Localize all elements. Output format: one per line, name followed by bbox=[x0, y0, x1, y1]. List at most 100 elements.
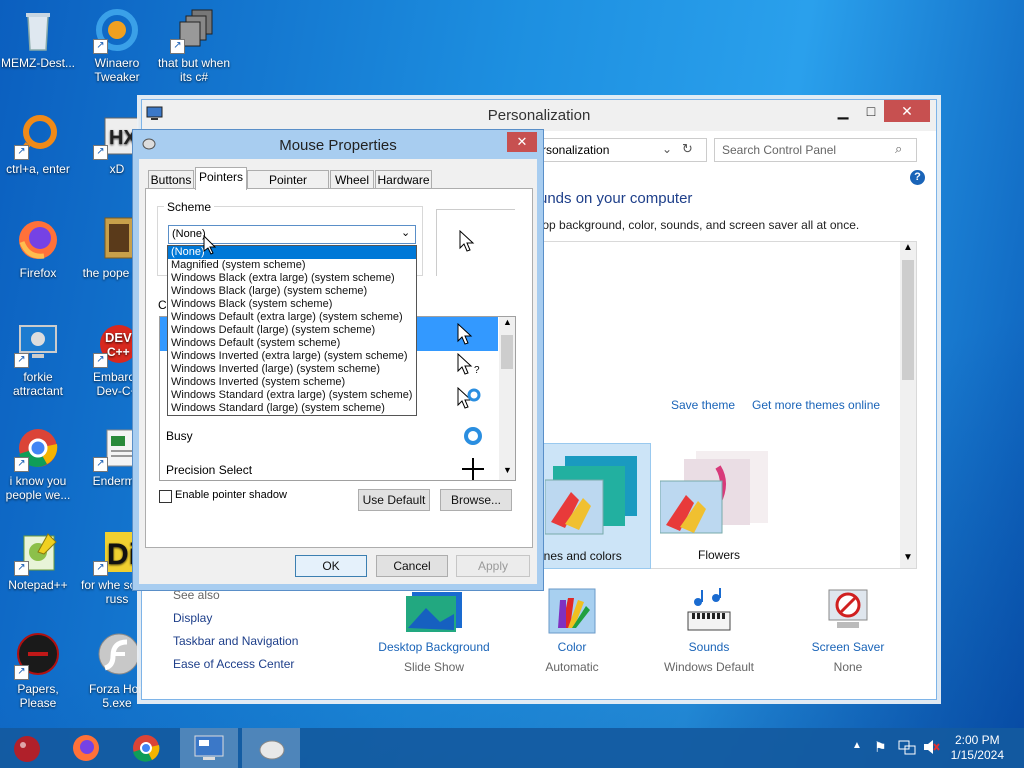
busy-icon bbox=[463, 426, 483, 449]
ok-button[interactable]: OK bbox=[295, 555, 367, 577]
flash-icon bbox=[93, 632, 141, 680]
tab-wheel[interactable]: Wheel bbox=[330, 170, 374, 189]
scheme-option[interactable]: Windows Inverted (system scheme) bbox=[168, 376, 416, 389]
search-input[interactable]: Search Control Panel ⌕ bbox=[714, 138, 917, 162]
desktop-icon-forkie[interactable]: ↗ forkie attractant bbox=[0, 320, 76, 398]
dialog-close-button[interactable]: ✕ bbox=[507, 132, 537, 152]
start-button[interactable] bbox=[0, 728, 58, 768]
close-button[interactable]: ✕ bbox=[884, 100, 930, 122]
chevron-down-icon[interactable]: ⌄ bbox=[662, 142, 672, 156]
cancel-button[interactable]: Cancel bbox=[376, 555, 448, 577]
desktop-icon-ctrl-a[interactable]: ↗ ctrl+a, enter bbox=[0, 112, 76, 176]
scheme-option[interactable]: Windows Black (system scheme) bbox=[168, 298, 416, 311]
themes-list[interactable]: ▲ ▼ Save theme Get more themes online in… bbox=[537, 241, 917, 569]
recycle-bin-icon bbox=[14, 6, 62, 54]
show-hidden-icons-icon[interactable]: ▲ bbox=[852, 740, 862, 751]
help-icon[interactable]: ? bbox=[910, 170, 925, 185]
network-icon[interactable] bbox=[898, 738, 916, 759]
help-select-arrow-icon: ? bbox=[457, 352, 483, 378]
enable-shadow-checkbox[interactable] bbox=[159, 490, 172, 503]
scroll-thumb[interactable] bbox=[902, 260, 914, 380]
sounds-icon bbox=[684, 588, 734, 634]
desktop-icon-label: ctrl+a, enter bbox=[6, 162, 70, 176]
taskbar-chrome[interactable] bbox=[118, 728, 176, 768]
window-title: Personalization bbox=[487, 107, 591, 124]
sounds-label[interactable]: Sounds bbox=[649, 640, 769, 654]
sounds-item[interactable]: Sounds Windows Default bbox=[649, 588, 769, 678]
address-bar[interactable]: rsonalization ⌄ ↻ bbox=[537, 138, 707, 162]
mouse-cursor-icon bbox=[203, 234, 217, 258]
color-item[interactable]: Color Automatic bbox=[512, 588, 632, 678]
theme-label: Flowers bbox=[698, 548, 741, 562]
get-more-themes-link[interactable]: Get more themes online bbox=[752, 398, 880, 412]
refresh-icon[interactable]: ↻ bbox=[682, 141, 693, 157]
enable-shadow-label[interactable]: Enable pointer shadow bbox=[175, 489, 287, 501]
shortcut-arrow-icon: ↗ bbox=[93, 353, 108, 368]
desktop-background-label[interactable]: Desktop Background bbox=[372, 640, 496, 654]
scheme-option[interactable]: Windows Inverted (large) (system scheme) bbox=[168, 363, 416, 376]
mouse-icon bbox=[256, 734, 288, 765]
scroll-up-icon[interactable]: ▲ bbox=[503, 317, 512, 327]
use-default-button[interactable]: Use Default bbox=[358, 489, 430, 511]
scheme-option[interactable]: Windows Black (extra large) (system sche… bbox=[168, 272, 416, 285]
scheme-option[interactable]: Windows Standard (large) (system scheme) bbox=[168, 402, 416, 415]
scheme-option[interactable]: Windows Standard (extra large) (system s… bbox=[168, 389, 416, 402]
theme-lines-and-colors[interactable]: ines and colors bbox=[538, 443, 651, 569]
chrome-icon bbox=[131, 733, 161, 766]
screen-saver-item[interactable]: Screen Saver None bbox=[788, 588, 908, 678]
scroll-down-icon[interactable]: ▼ bbox=[503, 465, 512, 475]
theme-flowers[interactable]: Flowers bbox=[654, 443, 768, 567]
desktop-icon-papers-please[interactable]: ↗ Papers, Please bbox=[0, 632, 76, 710]
taskbar-firefox[interactable] bbox=[58, 728, 116, 768]
scheme-dropdown-list[interactable]: (None) Magnified (system scheme) Windows… bbox=[167, 245, 417, 416]
desktop-icon-i-know[interactable]: ↗ i know you people we... bbox=[0, 424, 76, 502]
tab-pointers[interactable]: Pointers bbox=[195, 167, 247, 190]
maximize-button[interactable]: □ bbox=[856, 100, 886, 122]
themes-scrollbar[interactable]: ▲ ▼ bbox=[900, 242, 916, 568]
chevron-down-icon: ⌄ bbox=[401, 227, 411, 239]
save-theme-link[interactable]: Save theme bbox=[671, 398, 735, 412]
desktop-icon-label: forkie attractant bbox=[12, 370, 64, 398]
tab-hardware[interactable]: Hardware bbox=[375, 170, 432, 189]
volume-muted-icon[interactable] bbox=[922, 738, 940, 759]
taskbar-control-panel[interactable] bbox=[180, 728, 238, 768]
side-link-taskbar[interactable]: Taskbar and Navigation bbox=[173, 634, 298, 648]
close-icon: ✕ bbox=[901, 103, 913, 119]
desktop-icon-that-but[interactable]: ↗ that but when its c# bbox=[156, 6, 232, 84]
tab-buttons[interactable]: Buttons bbox=[148, 170, 194, 189]
cursor-list-scrollbar[interactable]: ▲ ▼ bbox=[499, 317, 515, 480]
apply-button[interactable]: Apply bbox=[456, 555, 530, 577]
search-placeholder: Search Control Panel bbox=[722, 143, 837, 157]
scheme-option[interactable]: Windows Default (extra large) (system sc… bbox=[168, 311, 416, 324]
desktop-background-item[interactable]: Desktop Background Slide Show bbox=[372, 588, 496, 678]
desktop-icon-memz[interactable]: MEMZ-Dest... bbox=[0, 6, 76, 70]
desktop-icon-firefox[interactable]: Firefox bbox=[0, 216, 76, 280]
action-center-flag-icon[interactable]: ⚑ bbox=[874, 739, 887, 756]
page-heading: unds on your computer bbox=[539, 190, 693, 207]
taskbar-mouse-properties[interactable] bbox=[242, 728, 300, 768]
scheme-option[interactable]: Windows Black (large) (system scheme) bbox=[168, 285, 416, 298]
taskbar-clock[interactable]: 2:00 PM 1/15/2024 bbox=[951, 733, 1004, 763]
svg-text:?: ? bbox=[474, 365, 480, 375]
svg-text:C++: C++ bbox=[107, 345, 130, 359]
side-link-display[interactable]: Display bbox=[173, 611, 212, 625]
scheme-option[interactable]: Magnified (system scheme) bbox=[168, 259, 416, 272]
side-link-ease-of-access[interactable]: Ease of Access Center bbox=[173, 657, 294, 671]
browse-button[interactable]: Browse... bbox=[440, 489, 512, 511]
tab-pointer-options[interactable]: Pointer Options bbox=[247, 170, 329, 205]
screen-saver-label[interactable]: Screen Saver bbox=[788, 640, 908, 654]
clock-date: 1/15/2024 bbox=[950, 748, 1004, 762]
scheme-option[interactable]: Windows Default (system scheme) bbox=[168, 337, 416, 350]
scheme-option[interactable]: Windows Default (large) (system scheme) bbox=[168, 324, 416, 337]
scroll-down-icon[interactable]: ▼ bbox=[903, 552, 913, 563]
desktop-icon-winaero[interactable]: ↗ Winaero Tweaker bbox=[79, 6, 155, 84]
color-label[interactable]: Color bbox=[512, 640, 632, 654]
cursor-preview-arrow-icon bbox=[459, 229, 475, 255]
theme-label: ines and colors bbox=[541, 549, 622, 563]
minimize-button[interactable]: ▁ bbox=[828, 100, 858, 122]
desktop-icon-notepadpp[interactable]: ↗ Notepad++ bbox=[0, 528, 76, 592]
scroll-up-icon[interactable]: ▲ bbox=[903, 242, 913, 253]
personalization-titlebar[interactable]: Personalization ▁ □ ✕ bbox=[142, 100, 936, 131]
scheme-option[interactable]: Windows Inverted (extra large) (system s… bbox=[168, 350, 416, 363]
scroll-thumb[interactable] bbox=[501, 335, 513, 369]
